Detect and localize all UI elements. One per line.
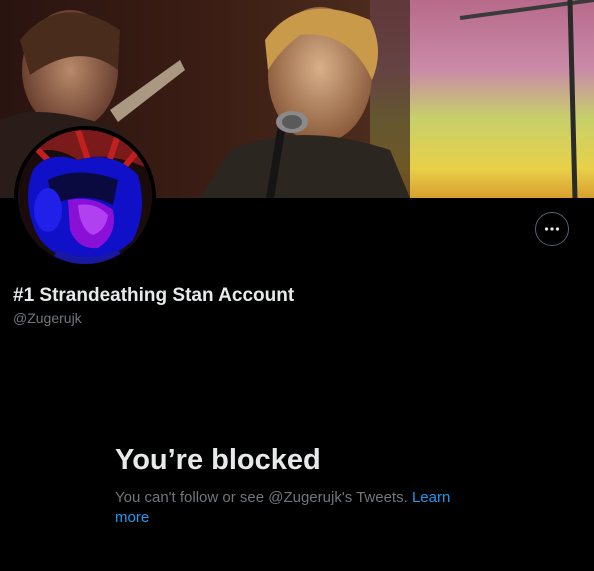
avatar[interactable] [14,126,156,268]
avatar-image [18,130,152,264]
cartoon-avatar-icon [18,130,152,264]
more-horizontal-icon [544,227,560,231]
blocked-message-text: You can't follow or see @Zugerujk's Twee… [115,489,408,506]
display-name: #1 Strandeathing Stan Account [13,285,295,306]
more-options-button[interactable] [535,212,569,246]
profile-page: #1 Strandeathing Stan Account @Zugerujk … [0,0,594,571]
user-handle: @Zugerujk [13,310,82,326]
blocked-message: You can't follow or see @Zugerujk's Twee… [115,488,465,528]
blocked-title: You’re blocked [115,444,321,476]
